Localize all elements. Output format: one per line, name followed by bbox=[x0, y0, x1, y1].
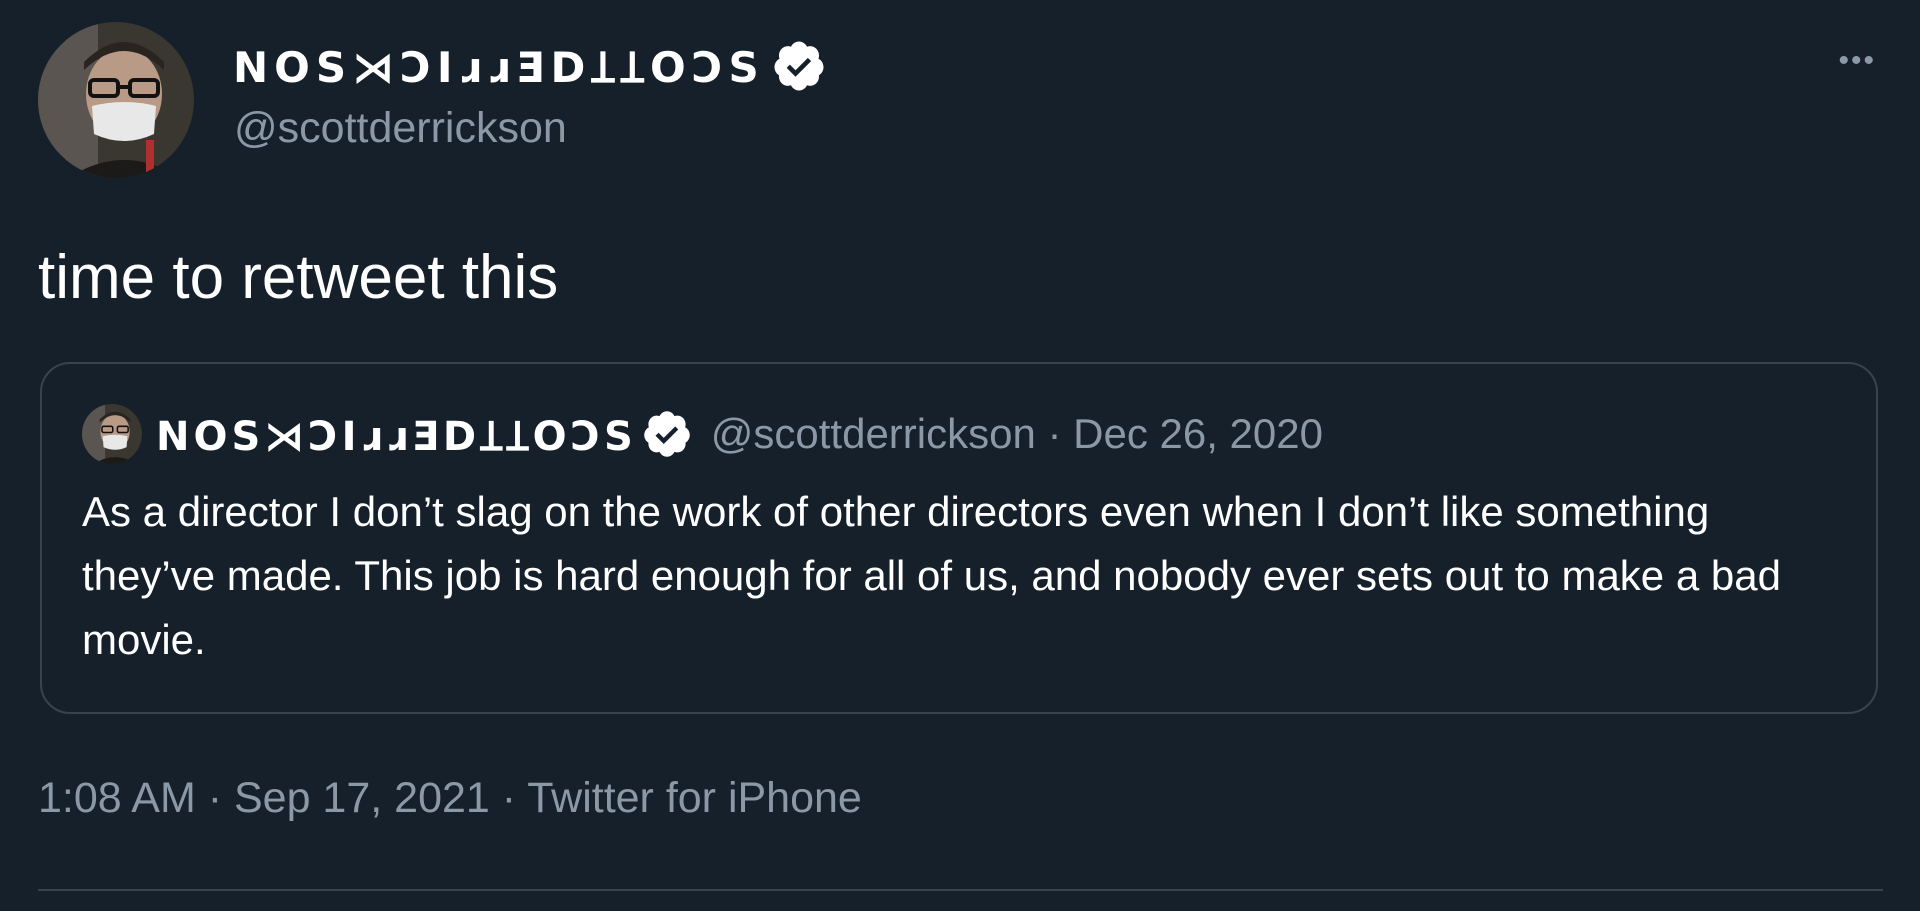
tweet-container: NOS⋊ƆIɹɹƎDꞱꞱOƆS @scottderrickson ••• tim… bbox=[0, 0, 1920, 911]
avatar-photo-icon bbox=[38, 22, 194, 178]
tweet-text: time to retweet this bbox=[38, 243, 559, 312]
author-display-name[interactable]: NOS⋊ƆIɹɹƎDꞱꞱOƆS bbox=[233, 38, 765, 95]
quoted-tweet-text: As a director I don’t slag on the work o… bbox=[82, 488, 1781, 663]
quoted-tweet-card[interactable]: NOS⋊ƆIɹɹƎDꞱꞱOƆS @scottderrickson · Dec 2… bbox=[40, 362, 1878, 714]
verified-badge-icon bbox=[774, 41, 824, 91]
quoted-author-display-name: NOS⋊ƆIɹɹƎDꞱꞱOƆS bbox=[156, 413, 637, 460]
divider bbox=[38, 889, 1883, 891]
quoted-author-avatar bbox=[82, 404, 142, 464]
quoted-tweet-meta: @scottderrickson · Dec 26, 2020 bbox=[710, 410, 1323, 457]
tweet-timestamp[interactable]: 1:08 AM · Sep 17, 2021 · Twitter for iPh… bbox=[38, 774, 862, 823]
verified-badge-icon bbox=[643, 411, 690, 457]
author-name-row: NOS⋊ƆIɹɹƎDꞱꞱOƆS bbox=[233, 38, 827, 94]
author-avatar[interactable] bbox=[38, 22, 194, 178]
author-handle[interactable]: @scottderrickson bbox=[234, 104, 567, 153]
quoted-tweet-header: NOS⋊ƆIɹɹƎDꞱꞱOƆS @scottderrickson · Dec 2… bbox=[82, 404, 1323, 464]
avatar-photo-icon bbox=[82, 404, 142, 464]
more-options-icon[interactable]: ••• bbox=[1838, 46, 1876, 76]
